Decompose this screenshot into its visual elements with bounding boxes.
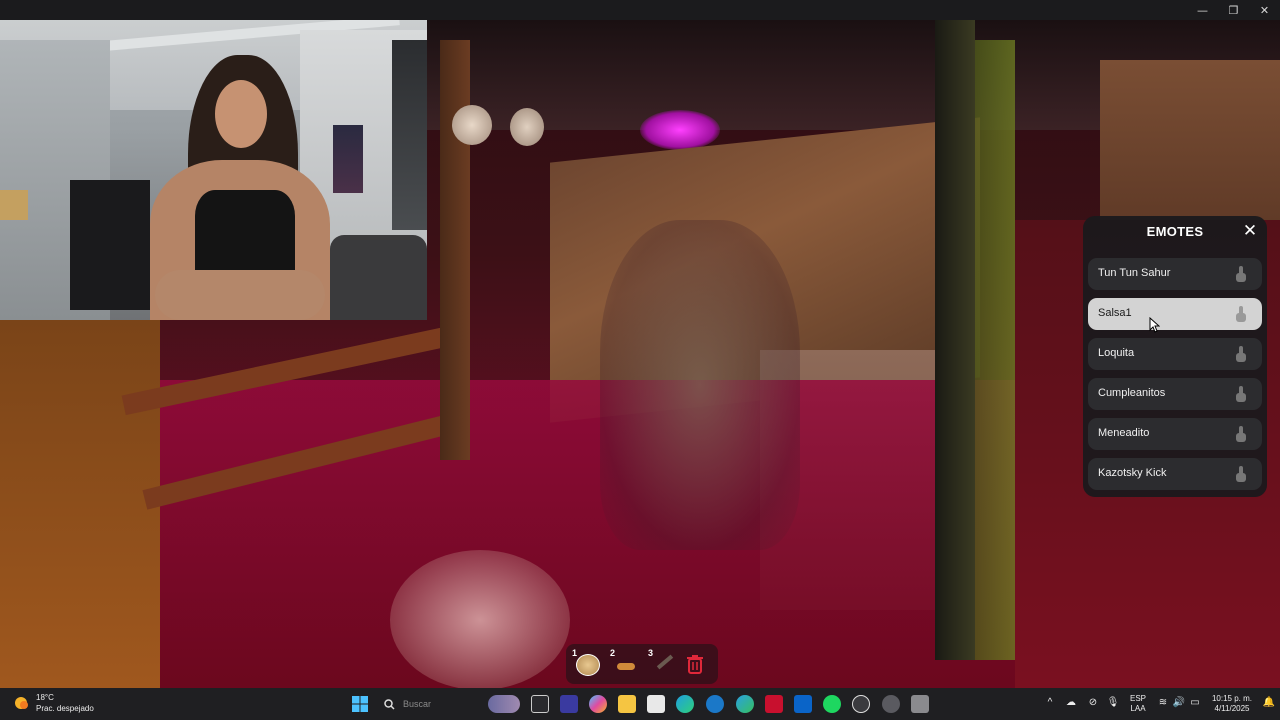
hand-pointer-icon	[1236, 466, 1246, 482]
spotify-icon[interactable]	[823, 695, 841, 713]
game-door-frame	[935, 20, 975, 660]
copilot-icon[interactable]	[589, 695, 607, 713]
emote-item-salsa1[interactable]: Salsa1	[1088, 298, 1262, 330]
edge-icon[interactable]	[676, 695, 694, 713]
emote-label: Meneadito	[1098, 427, 1150, 439]
emotes-panel: EMOTES ✕ Tun Tun Sahur Salsa1 Loquita Cu…	[1083, 216, 1267, 497]
settings-icon[interactable]	[882, 695, 900, 713]
hotbar-slot-1[interactable]: 1	[570, 646, 606, 682]
bread-icon	[617, 663, 635, 670]
game-wood-floor	[0, 320, 160, 688]
emote-item-tun-tun-sahur[interactable]: Tun Tun Sahur	[1088, 258, 1262, 290]
webcam-person-arm	[155, 270, 325, 320]
tool-icon	[656, 654, 674, 670]
battery-icon[interactable]: ▭	[1188, 698, 1202, 708]
close-window-button[interactable]: ✕	[1249, 0, 1280, 20]
emote-item-cumpleanitos[interactable]: Cumpleanitos	[1088, 378, 1262, 410]
webcam-window	[392, 40, 427, 230]
emote-list: Tun Tun Sahur Salsa1 Loquita Cumpleanito…	[1088, 258, 1262, 498]
task-view-icon[interactable]	[531, 695, 549, 713]
volume-icon[interactable]: 🔊	[1172, 698, 1186, 708]
search-placeholder: Buscar	[403, 699, 432, 709]
notification-bell-icon[interactable]: 🔔	[1262, 698, 1276, 708]
hand-pointer-icon	[1236, 386, 1246, 402]
emote-item-loquita[interactable]: Loquita	[1088, 338, 1262, 370]
screen: — ❐ ✕ EMOTES ✕ Tun Tun Sahur Salsa1 Loqu…	[0, 0, 1280, 720]
app-icon[interactable]	[560, 695, 578, 713]
slot-number: 1	[572, 648, 578, 658]
webcam-poster	[333, 125, 363, 193]
outlook-icon[interactable]	[794, 695, 812, 713]
weather-icon	[15, 697, 28, 709]
slot-number: 2	[610, 648, 616, 658]
wifi-icon[interactable]: ≋	[1156, 698, 1170, 708]
windows-start-icon[interactable]	[352, 696, 368, 712]
maximize-button[interactable]: ❐	[1218, 0, 1249, 20]
emote-label: Tun Tun Sahur	[1098, 267, 1171, 279]
clock-date: 4/11/2025	[1214, 704, 1250, 713]
hand-pointer-icon	[1236, 266, 1246, 282]
game-player-hand	[390, 550, 570, 688]
weather-widget[interactable]: 18°C Prac. despejado	[12, 692, 94, 714]
game-app-icon[interactable]	[911, 695, 929, 713]
lang-bottom: LAA	[1130, 704, 1146, 713]
steam-icon[interactable]	[852, 695, 870, 713]
minimize-button[interactable]: —	[1187, 0, 1218, 20]
emote-item-kazotsky-kick[interactable]: Kazotsky Kick	[1088, 458, 1262, 490]
hotbar-slot-3[interactable]: 3	[646, 646, 682, 682]
microphone-icon[interactable]: 🎙	[1106, 698, 1120, 708]
weather-desc: Prac. despejado	[36, 704, 94, 713]
windows-taskbar: 18°C Prac. despejado Buscar ^ ☁ ⊘ 🎙 ESP …	[0, 688, 1280, 720]
store-icon[interactable]	[647, 695, 665, 713]
emotes-title: EMOTES	[1146, 224, 1204, 239]
game-door-frame-green	[975, 40, 1015, 660]
emote-item-meneadito[interactable]: Meneadito	[1088, 418, 1262, 450]
mouse-cursor-icon	[1149, 317, 1160, 333]
webcam-overlay	[0, 0, 427, 320]
chevron-up-icon[interactable]: ^	[1040, 698, 1060, 708]
webcam-person-face	[215, 80, 267, 148]
hand-pointer-icon	[1236, 426, 1246, 442]
hp-icon[interactable]	[706, 695, 724, 713]
pizza-icon	[576, 654, 600, 676]
search-icon	[384, 698, 395, 710]
close-icon[interactable]: ✕	[1241, 222, 1259, 240]
window-controls: — ❐ ✕	[1187, 0, 1280, 20]
taskbar-search[interactable]: Buscar	[378, 693, 478, 715]
slot-number: 3	[648, 648, 654, 658]
game-wood-post	[440, 40, 470, 460]
lang-top: ESP	[1129, 694, 1146, 703]
weather-temp: 18°C	[36, 693, 54, 702]
game-character	[600, 220, 800, 550]
game-speaker	[452, 105, 492, 145]
emote-label: Salsa1	[1098, 307, 1132, 319]
system-tray: ^ ☁ ⊘ 🎙 ESP LAA ≋ 🔊 ▭ 10:15 p. m. 4/11/2…	[1040, 688, 1280, 720]
widgets-icon[interactable]	[488, 695, 520, 713]
clock[interactable]: 10:15 p. m. 4/11/2025	[1206, 694, 1258, 714]
hotbar: 1 2 3	[566, 644, 718, 684]
mcafee-icon[interactable]	[765, 695, 783, 713]
browser-icon[interactable]	[736, 695, 754, 713]
webcam-shelf	[0, 190, 28, 220]
game-window-titlebar: — ❐ ✕	[0, 0, 1280, 20]
webcam-piano	[70, 180, 150, 310]
game-magenta-light	[640, 110, 720, 150]
clock-time: 10:15 p. m.	[1211, 694, 1253, 703]
language-indicator[interactable]: ESP LAA	[1124, 694, 1152, 714]
game-speaker	[510, 108, 544, 146]
webcam-sofa	[330, 235, 427, 320]
trash-icon[interactable]	[686, 654, 704, 674]
hotbar-slot-2[interactable]: 2	[608, 646, 644, 682]
file-explorer-icon[interactable]	[618, 695, 636, 713]
network-off-icon[interactable]: ⊘	[1086, 698, 1100, 708]
onedrive-icon[interactable]: ☁	[1064, 698, 1078, 708]
hand-pointer-icon	[1236, 346, 1246, 362]
emote-label: Kazotsky Kick	[1098, 467, 1167, 479]
hand-pointer-icon	[1236, 306, 1246, 322]
emote-label: Loquita	[1098, 347, 1135, 359]
emote-label: Cumpleanitos	[1098, 387, 1166, 399]
